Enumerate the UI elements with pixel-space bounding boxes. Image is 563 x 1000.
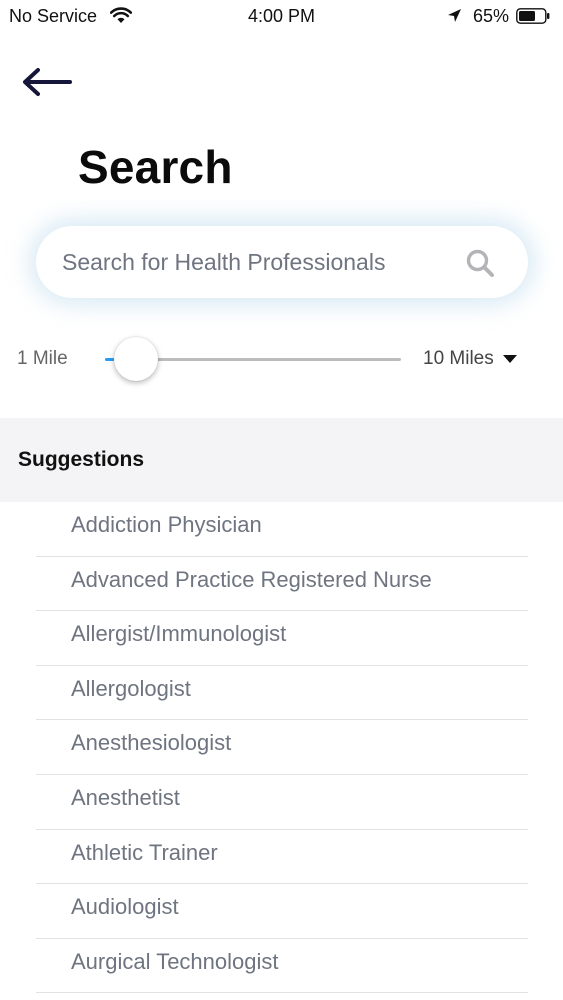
list-item[interactable]: Anesthesiologist [0, 720, 563, 775]
list-item[interactable]: Allergist/Immunologist [0, 611, 563, 666]
list-item-label: Audiologist [71, 894, 179, 920]
list-item[interactable]: Allergologist [0, 666, 563, 721]
page-title: Search [78, 141, 233, 193]
max-distance-dropdown[interactable]: 10 Miles [423, 348, 517, 370]
back-button[interactable] [20, 60, 76, 104]
search-field[interactable] [36, 226, 528, 298]
list-item-label: Addiction Physician [71, 512, 262, 537]
list-item[interactable]: Advanced Practice Registered Nurse [0, 557, 563, 612]
suggestions-title: Suggestions [18, 448, 145, 471]
list-item[interactable]: Anesthetist [0, 775, 563, 830]
max-distance-label: 10 Miles [423, 348, 494, 369]
list-item-label: Allergologist [71, 675, 191, 701]
list-item-label: Athletic Trainer [71, 839, 218, 865]
battery-percent: 65% [473, 6, 510, 26]
slider-thumb[interactable] [113, 337, 158, 381]
list-item[interactable]: Audiologist [0, 884, 563, 939]
list-item-label: Allergist/Immunologist [71, 621, 287, 647]
search-input[interactable] [62, 242, 472, 282]
suggestions-list: Addiction Physician Advanced Practice Re… [0, 502, 563, 994]
caret-down-icon [502, 355, 517, 363]
list-item-label: Anesthesiologist [71, 730, 232, 756]
suggestions-header: Suggestions [0, 418, 563, 502]
list-item[interactable]: Addiction Physician [0, 502, 563, 557]
list-item-label: Aurgical Technologist [71, 948, 279, 974]
search-icon[interactable] [465, 248, 495, 278]
list-item-label: Anesthetist [71, 784, 180, 810]
slider-fill [105, 358, 114, 361]
list-item[interactable]: Aurgical Technologist [0, 939, 563, 994]
location-arrow-icon [448, 9, 461, 22]
list-item[interactable]: Athletic Trainer [0, 830, 563, 885]
divider [36, 992, 528, 994]
status-bar: No Service 4:00 PM 65% [0, 0, 563, 32]
battery-icon [516, 8, 550, 24]
back-arrow-icon [23, 68, 72, 96]
slider-min-label: 1 Mile [17, 348, 68, 369]
distance-slider[interactable] [105, 337, 401, 381]
list-item-label: Advanced Practice Registered Nurse [71, 566, 432, 592]
